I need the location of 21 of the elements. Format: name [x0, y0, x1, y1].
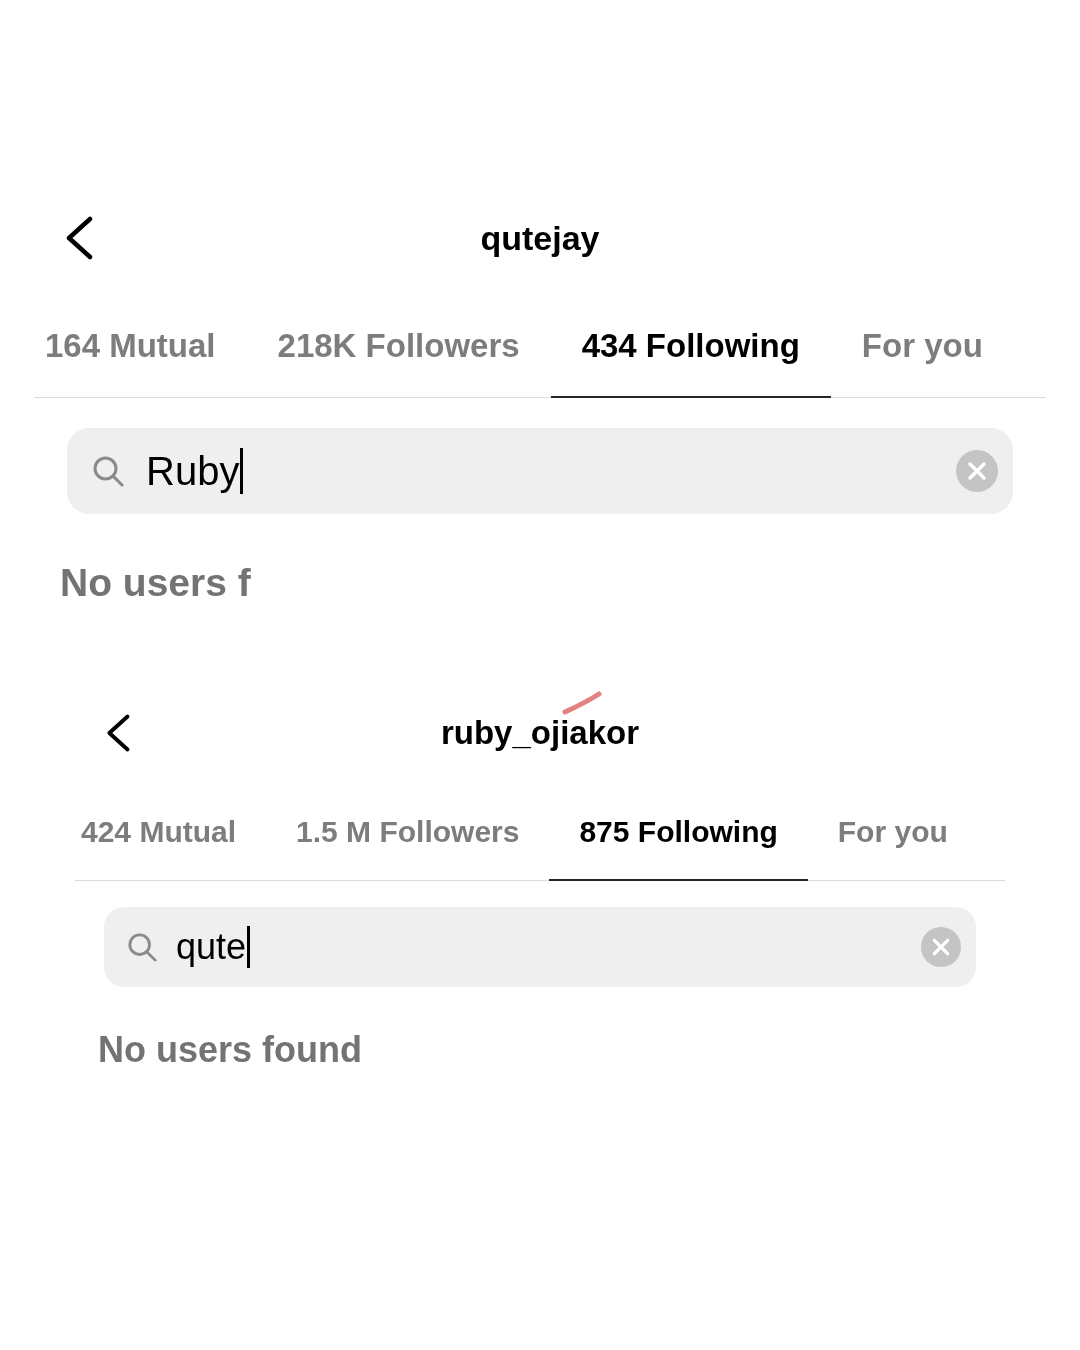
search-field[interactable]: qute — [104, 907, 976, 987]
search-field[interactable]: Ruby — [67, 428, 1013, 514]
tab[interactable]: 875 Following — [549, 785, 808, 881]
empty-results-message: No users f — [60, 560, 252, 606]
empty-results-message: No users found — [98, 1028, 363, 1072]
chevron-left-icon — [105, 713, 131, 753]
back-button[interactable] — [105, 713, 131, 753]
tab[interactable]: 1.5 M Followers — [266, 785, 550, 881]
back-button[interactable] — [64, 216, 94, 260]
tab[interactable]: 164 Mutual — [14, 294, 247, 398]
tab[interactable]: 424 Mutual — [51, 785, 267, 881]
tab[interactable]: For you — [830, 294, 1014, 398]
tab[interactable]: For you — [807, 785, 978, 881]
chevron-left-icon — [64, 216, 94, 260]
search-icon — [92, 455, 124, 487]
username-title: qutejay — [480, 218, 600, 259]
search-icon — [127, 932, 157, 962]
brush-stroke — [562, 691, 602, 715]
tab[interactable]: 434 Following — [550, 294, 831, 398]
tab[interactable]: 218K Followers — [246, 294, 551, 398]
username-title: ruby_ojiakor — [440, 713, 640, 753]
